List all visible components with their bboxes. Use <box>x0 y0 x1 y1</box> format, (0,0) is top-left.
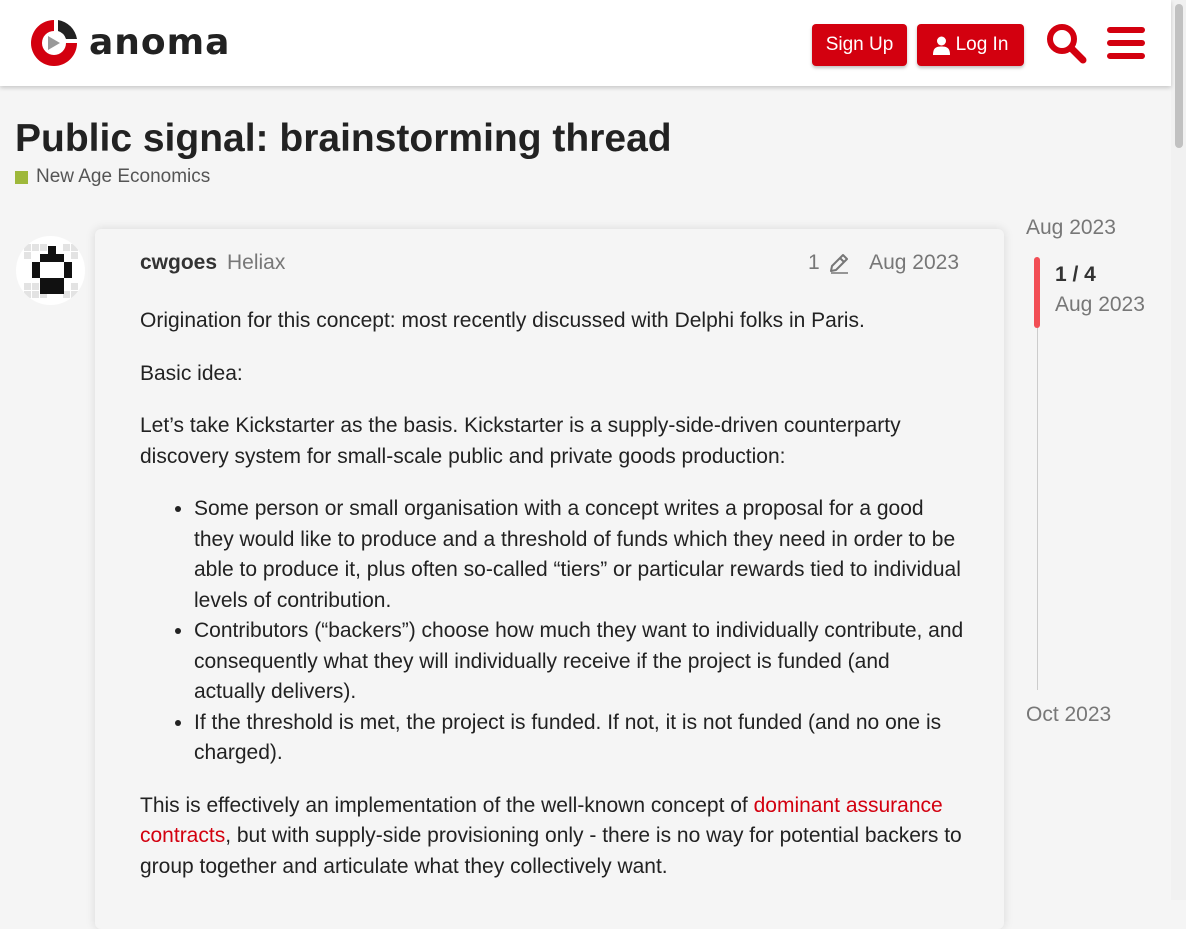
list-item: Some person or small organisation with a… <box>194 494 964 616</box>
category-color-swatch <box>15 170 28 184</box>
topic-title[interactable]: Public signal: brainstorming thread <box>15 117 672 161</box>
anoma-logo-icon <box>31 20 77 66</box>
paragraph: Origination for this concept: most recen… <box>140 309 865 332</box>
hamburger-menu-icon <box>1107 27 1145 59</box>
paragraph: Basic idea: <box>140 361 243 385</box>
log-in-label: Log In <box>955 34 1009 55</box>
list-item: If the threshold is met, the project is … <box>194 708 964 769</box>
post-edit-history[interactable]: 1 <box>808 251 850 275</box>
site-logo[interactable]: anoma <box>28 17 230 69</box>
timeline-position: 1 / 4 <box>1055 263 1096 286</box>
sign-up-button[interactable]: Sign Up <box>812 24 907 66</box>
list-item: Contributors (“backers”) choose how much… <box>194 616 964 708</box>
timeline-end-date[interactable]: Oct 2023 <box>1026 703 1111 727</box>
sign-up-label: Sign Up <box>825 34 894 55</box>
timeline-current-date: Aug 2023 <box>1055 293 1145 316</box>
hamburger-menu-button[interactable] <box>1107 26 1145 64</box>
paragraph-text: , but with supply-side provisioning only… <box>140 824 962 878</box>
page-scrollbar[interactable] <box>1171 0 1186 900</box>
pencil-icon <box>829 254 848 274</box>
paragraph-text: This is effectively an implementation of… <box>140 793 754 817</box>
avatar[interactable] <box>16 236 85 305</box>
search-button[interactable] <box>1045 22 1087 68</box>
paragraph: Let’s take Kickstarter as the basis. Kic… <box>140 414 901 468</box>
log-in-button[interactable]: Log In <box>917 24 1024 66</box>
search-icon <box>1047 24 1087 64</box>
timeline-start-date[interactable]: Aug 2023 <box>1026 216 1116 240</box>
post-meta: cwgoes Heliax 1 Aug 2023 <box>140 251 959 281</box>
category-badge[interactable]: New Age Economics <box>15 166 210 188</box>
topic-timeline: Aug 2023 1 / 4 Aug 2023 Oct 2023 <box>1026 0 1171 900</box>
post-date[interactable]: Aug 2023 <box>869 251 959 275</box>
post-card: cwgoes Heliax 1 Aug 2023 Origination for… <box>95 229 1004 929</box>
post-body: Origination for this concept: most recen… <box>140 306 964 904</box>
edit-count: 1 <box>808 251 820 274</box>
bullet-list: Some person or small organisation with a… <box>140 494 964 769</box>
site-header: anoma Sign Up Log In <box>0 0 1171 86</box>
paragraph: This is effectively an implementation of… <box>140 791 964 883</box>
timeline-handle[interactable] <box>1034 257 1040 328</box>
user-avatar-pixel-icon <box>24 244 78 298</box>
scrollbar-thumb[interactable] <box>1175 4 1183 148</box>
post-user-title: Heliax <box>227 251 286 274</box>
logo-wordmark: anoma <box>89 22 231 63</box>
category-name: New Age Economics <box>36 166 211 187</box>
user-icon <box>932 36 950 55</box>
post-username[interactable]: cwgoes <box>140 251 217 275</box>
